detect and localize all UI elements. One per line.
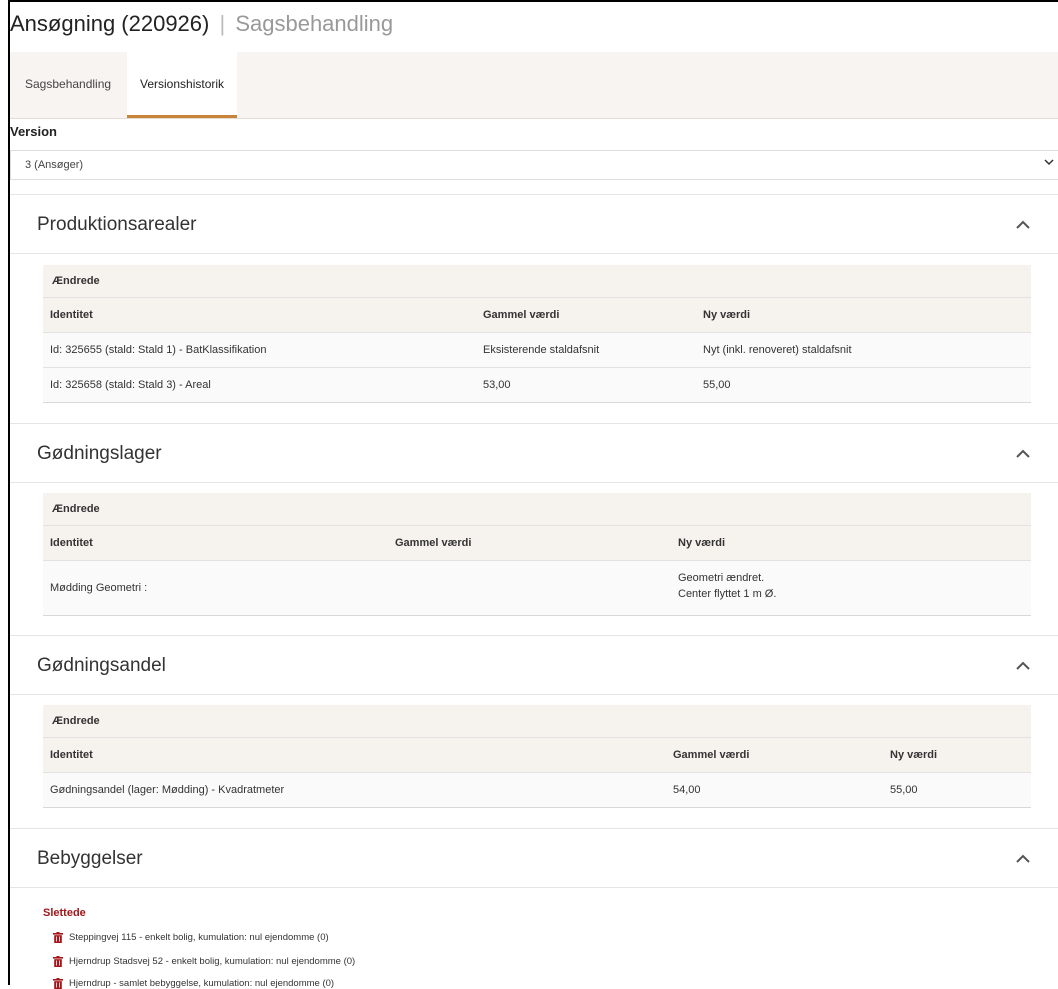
section-produktionsarealer: Produktionsarealer Ændrede Identitet Gam… (10, 194, 1058, 413)
chevron-up-icon[interactable] (1012, 444, 1034, 464)
changed-label: Ændrede (52, 503, 100, 515)
chevron-up-icon[interactable] (1012, 215, 1034, 235)
section-title: Gødningslager (37, 443, 162, 464)
table-cell-line: Center flyttet 1 m Ø. (678, 588, 777, 600)
deleted-label: Slettede (43, 907, 86, 919)
table-cell: Eksisterende staldafsnit (483, 344, 600, 356)
section-godningslager: Gødningslager Ændrede Identitet Gammel v… (10, 423, 1058, 636)
column-header: Ny værdi (703, 309, 751, 321)
column-header: Identitet (50, 537, 93, 549)
column-header: Gammel værdi (395, 537, 472, 549)
column-header: Identitet (50, 309, 93, 321)
section-title: Bebyggelser (37, 848, 143, 869)
section-header: Produktionsarealer (10, 195, 1058, 254)
table-row: Mødding Geometri : Geometri ændret. Cent… (43, 560, 1031, 615)
chevron-down-icon (1044, 159, 1054, 166)
column-header: Identitet (50, 749, 93, 761)
section-header: Gødningslager (10, 424, 1058, 483)
list-item-text: Hjerndrup - samlet bebyggelse, kumulatio… (69, 978, 335, 989)
chevron-up-icon[interactable] (1012, 849, 1034, 869)
changed-label: Ændrede (52, 715, 100, 727)
column-header: Gammel værdi (673, 749, 750, 761)
changed-label: Ændrede (52, 275, 100, 287)
table-row: Id: 325655 (stald: Stald 1) - BatKlassif… (43, 332, 1031, 367)
table-cell: 55,00 (703, 379, 731, 391)
page-title-main: Ansøgning (220926) (10, 11, 210, 36)
version-label: Version (10, 124, 57, 139)
table-cell: Nyt (inkl. renoveret) staldafsnit (703, 344, 852, 356)
column-header: Gammel værdi (483, 309, 560, 321)
table-row: Id: 325658 (stald: Stald 3) - Areal 53,0… (43, 367, 1031, 402)
title-separator: | (219, 11, 226, 36)
changes-table: Ændrede Identitet Gammel værdi Ny værdi … (43, 705, 1031, 808)
chevron-up-icon[interactable] (1012, 656, 1034, 676)
tab-sagsbehandling[interactable]: Sagsbehandling (12, 52, 124, 116)
section-title: Gødningsandel (37, 655, 166, 676)
trash-icon[interactable] (53, 956, 63, 967)
table-cell: Mødding Geometri : (50, 582, 148, 594)
table-cell-line: Geometri ændret. (678, 572, 765, 584)
section-godningsandel: Gødningsandel Ændrede Identitet Gammel v… (10, 635, 1058, 829)
changed-header: Ændrede (43, 493, 1031, 525)
table-cell: Id: 325655 (stald: Stald 1) - BatKlassif… (50, 344, 267, 356)
table-header-row: Identitet Gammel værdi Ny værdi (43, 737, 1031, 772)
table-header-row: Identitet Gammel værdi Ny værdi (43, 525, 1031, 560)
section-header: Gødningsandel (10, 636, 1058, 695)
table-cell: 53,00 (483, 379, 511, 391)
list-item-text: Steppingvej 115 - enkelt bolig, kumulati… (69, 932, 329, 943)
column-header: Ny værdi (890, 749, 938, 761)
table-header-row: Identitet Gammel værdi Ny værdi (43, 297, 1031, 332)
table-cell: Gødningsandel (lager: Mødding) - Kvadrat… (50, 784, 285, 796)
page-subtitle: Sagsbehandling (235, 11, 394, 36)
trash-icon[interactable] (53, 932, 63, 943)
list-item-text: Hjerndrup Stadsvej 52 - enkelt bolig, ku… (69, 956, 356, 967)
changed-header: Ændrede (43, 265, 1031, 297)
changed-header: Ændrede (43, 705, 1031, 737)
version-select[interactable]: 3 (Ansøger) (10, 150, 1058, 180)
trash-icon[interactable] (53, 978, 63, 989)
table-cell: 55,00 (890, 784, 918, 796)
section-bebyggelser: Bebyggelser Slettede Steppingvej 115 - e… (10, 828, 1058, 989)
changes-table: Ændrede Identitet Gammel værdi Ny værdi … (43, 265, 1031, 403)
column-header: Ny værdi (678, 537, 726, 549)
table-cell: 54,00 (673, 784, 701, 796)
table-row: Gødningsandel (lager: Mødding) - Kvadrat… (43, 772, 1031, 807)
section-header: Bebyggelser (10, 829, 1058, 888)
changes-table: Ændrede Identitet Gammel værdi Ny værdi … (43, 493, 1031, 616)
version-select-value: 3 (Ansøger) (25, 159, 84, 171)
section-title: Produktionsarealer (37, 214, 197, 235)
page-header: Ansøgning (220926) | Sagsbehandling (10, 2, 1058, 52)
table-cell: Geometri ændret. Center flyttet 1 m Ø. (678, 570, 776, 602)
tab-bar: Sagsbehandling Versionshistorik (10, 52, 1058, 119)
table-cell: Id: 325658 (stald: Stald 3) - Areal (50, 379, 211, 391)
tab-versionshistorik[interactable]: Versionshistorik (127, 52, 238, 118)
page-title: Ansøgning (220926) | Sagsbehandling (10, 11, 393, 37)
